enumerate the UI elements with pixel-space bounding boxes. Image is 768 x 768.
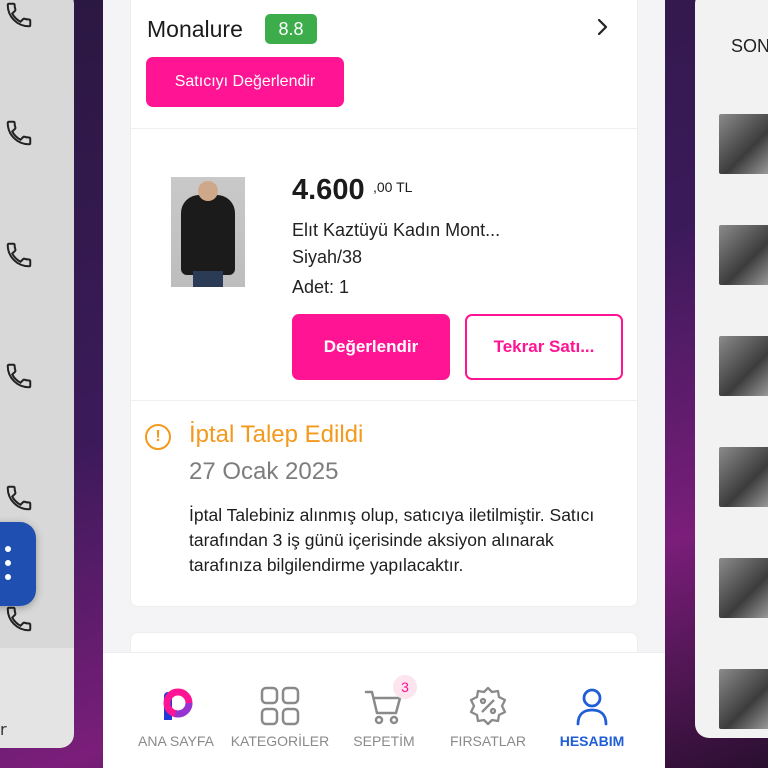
seller-rating-badge: 8.8 <box>265 14 317 44</box>
nav-label: FIRSATLAR <box>450 733 526 749</box>
phone-icon <box>2 0 36 34</box>
nav-item-cart[interactable]: SEPETİM <box>329 653 439 768</box>
product-price-fraction: ,00 TL <box>373 179 413 195</box>
thumbnail-image <box>719 336 768 396</box>
thumbnail-image <box>719 669 768 729</box>
right-background-title: SON <box>731 36 768 56</box>
warning-circle-icon: ! <box>145 424 171 450</box>
product-name[interactable]: Elıt Kaztüyü Kadın Mont... <box>292 220 500 241</box>
thumbnail-image <box>719 447 768 507</box>
nav-label-active: HESABIM <box>559 733 625 749</box>
order-detail-screen: Monalure 8.8 Satıcıyı Değerlendir 4.600 … <box>103 0 665 768</box>
left-background-footer <box>0 648 74 748</box>
rate-seller-button[interactable]: Satıcıyı Değerlendir <box>146 57 344 107</box>
bottom-navigation: ANA SAYFA KATEGORİLER SEPETİM FIRSATLAR … <box>103 652 665 768</box>
user-icon <box>572 686 612 726</box>
thumbnail-image <box>719 558 768 618</box>
phone-icon <box>2 361 36 395</box>
home-logo-icon <box>156 686 196 726</box>
nav-item-deals[interactable]: FIRSATLAR <box>433 653 543 768</box>
phone-icon <box>2 118 36 152</box>
phone-icon <box>2 240 36 274</box>
product-image[interactable] <box>171 177 245 287</box>
rate-product-button[interactable]: Değerlendir <box>292 314 450 380</box>
nav-label: KATEGORİLER <box>230 733 330 749</box>
divider <box>131 400 637 401</box>
nav-item-home[interactable]: ANA SAYFA <box>121 653 231 768</box>
nav-item-account[interactable]: HESABIM <box>537 653 647 768</box>
product-price: 4.600 <box>292 174 365 206</box>
nav-label: ANA SAYFA <box>138 733 214 749</box>
divider <box>131 128 637 129</box>
phone-icon <box>2 483 36 517</box>
product-quantity: Adet: 1 <box>292 277 350 297</box>
status-date: 27 Ocak 2025 <box>189 458 339 485</box>
nav-label: SEPETİM <box>353 733 415 749</box>
cart-count-badge: 3 <box>393 675 417 699</box>
grid-icon <box>260 686 300 726</box>
product-variant: Siyah/38 <box>292 247 363 267</box>
status-title: İptal Talep Edildi <box>189 421 364 448</box>
status-description: İptal Talebiniz alınmış olup, satıcıya i… <box>189 505 595 575</box>
menu-fab-button[interactable] <box>0 522 36 606</box>
left-background-text: r <box>0 720 7 739</box>
phone-icon <box>2 604 36 638</box>
more-vertical-icon <box>4 546 12 580</box>
rebuy-button[interactable]: Tekrar Satı... <box>465 314 623 380</box>
chevron-right-icon[interactable] <box>595 14 611 46</box>
thumbnail-image <box>719 114 768 174</box>
discount-badge-icon <box>468 686 508 726</box>
nav-item-categories[interactable]: KATEGORİLER <box>225 653 335 768</box>
thumbnail-image <box>719 225 768 285</box>
seller-name[interactable]: Monalure <box>147 16 243 43</box>
